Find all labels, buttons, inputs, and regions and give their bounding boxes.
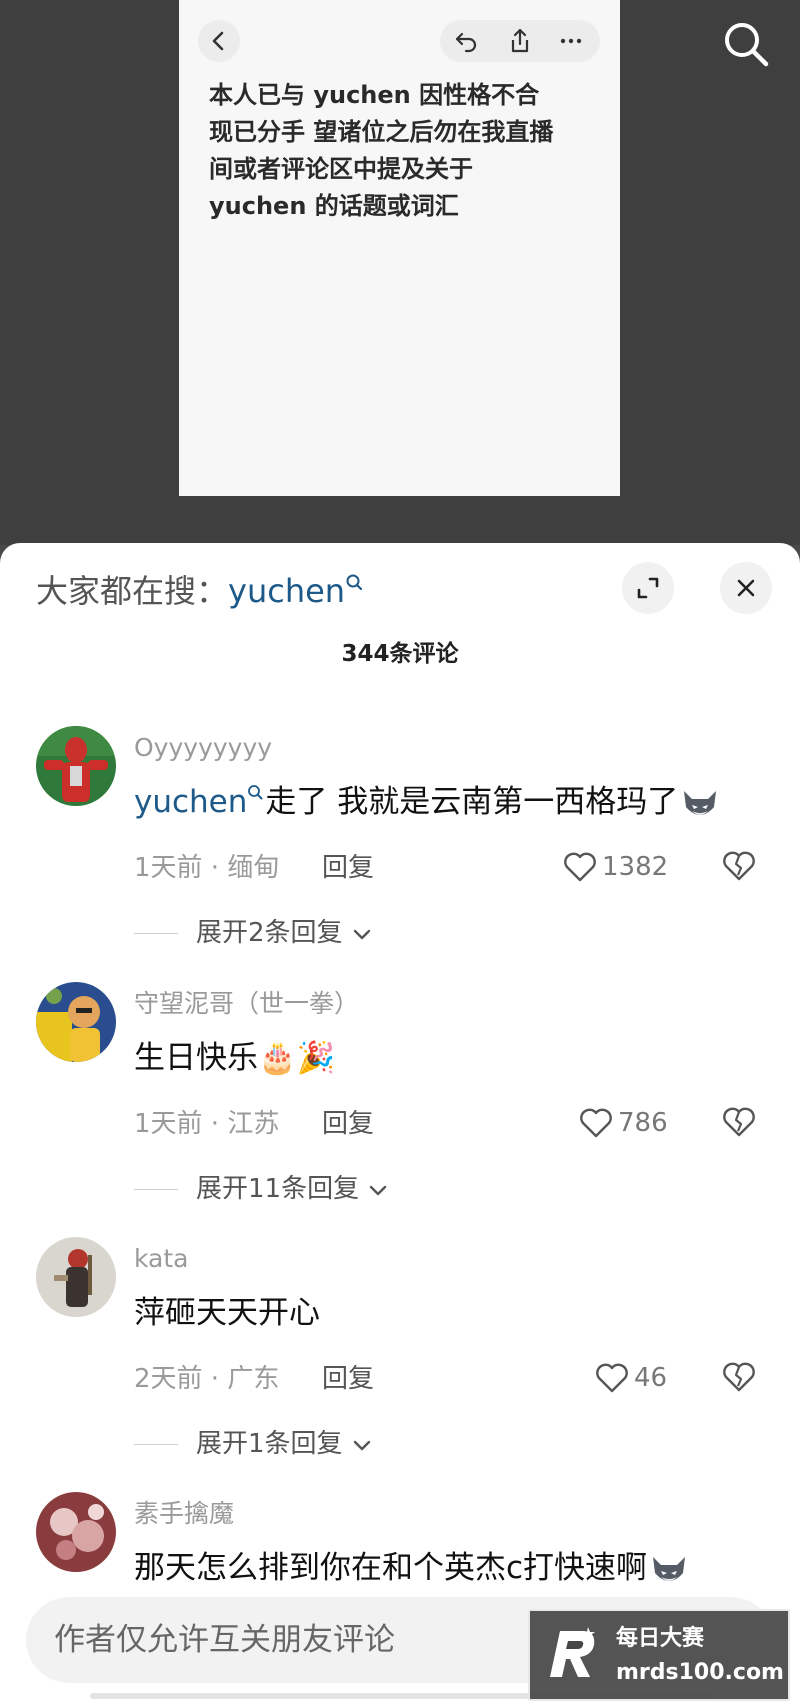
comment-input-placeholder: 作者仅允许互关朋友评论 bbox=[54, 1622, 395, 1658]
back-button[interactable] bbox=[198, 20, 240, 62]
comment-keyword[interactable]: yuchen bbox=[134, 784, 247, 820]
watermark-logo bbox=[550, 1627, 595, 1677]
avatar-image bbox=[36, 726, 116, 806]
comment-item: Oyyyyyyyy yuchen 走了 我就是云南第一西格玛了 1天前 · 缅甸 … bbox=[0, 726, 800, 966]
expand-replies-label: 展开11条回复 bbox=[196, 1174, 360, 1204]
expand-replies-label: 展开2条回复 bbox=[196, 918, 343, 948]
chevron-down-icon bbox=[370, 1185, 387, 1195]
note-image[interactable]: 本人已与 yuchen 因性格不合 现已分手 望诸位之后勿在我直播 间或者评论区… bbox=[179, 0, 620, 496]
wolf-emoji-icon bbox=[684, 790, 717, 815]
chevron-down-icon bbox=[353, 1440, 371, 1450]
share-icon[interactable] bbox=[508, 27, 532, 55]
reply-button[interactable]: 回复 bbox=[322, 1362, 374, 1396]
note-line: yuchen 的话题或词汇 bbox=[209, 192, 459, 220]
note-text: 本人已与 yuchen 因性格不合 现已分手 望诸位之后勿在我直播 间或者评论区… bbox=[209, 77, 609, 225]
comment-text: 萍砸天天开心 bbox=[134, 1295, 320, 1331]
heart-icon bbox=[596, 1363, 628, 1393]
comment-count: 344条评论 bbox=[341, 641, 459, 667]
comment-body: 那天怎么排到你在和个英杰c打快速啊 bbox=[134, 1550, 648, 1586]
comment-meta: 2天前 · 广东 bbox=[134, 1364, 280, 1394]
hot-search[interactable]: 大家都在搜：yuchen bbox=[36, 571, 365, 611]
broken-heart-icon[interactable] bbox=[720, 1358, 758, 1396]
comment-item: 素手擒魔 那天怎么排到你在和个英杰c打快速啊 bbox=[0, 1492, 800, 1592]
like-count: 786 bbox=[618, 1108, 668, 1138]
avatar-image bbox=[36, 1237, 116, 1317]
watermark-url: mrds100.com bbox=[616, 1660, 784, 1685]
note-line: 间或者评论区中提及关于 bbox=[209, 155, 473, 183]
broken-heart-icon[interactable] bbox=[720, 847, 758, 885]
username[interactable]: 守望泥哥（世一拳） bbox=[134, 988, 359, 1020]
username[interactable]: kata bbox=[134, 1243, 188, 1275]
divider bbox=[134, 1189, 178, 1190]
comment-text: yuchen 走了 我就是云南第一西格玛了 bbox=[134, 782, 720, 823]
back-icon bbox=[212, 31, 224, 51]
like-count: 46 bbox=[634, 1363, 668, 1393]
media-area: 本人已与 yuchen 因性格不合 现已分手 望诸位之后勿在我直播 间或者评论区… bbox=[0, 0, 800, 545]
heart-icon bbox=[564, 852, 596, 882]
divider bbox=[134, 1444, 178, 1445]
comment-text: 那天怎么排到你在和个英杰c打快速啊 bbox=[134, 1548, 689, 1589]
watermark-title: 每日大赛 bbox=[616, 1626, 705, 1651]
undo-icon[interactable] bbox=[454, 29, 480, 53]
more-icon[interactable] bbox=[558, 29, 584, 53]
divider bbox=[134, 933, 178, 934]
username[interactable]: Oyyyyyyyy bbox=[134, 732, 272, 764]
search-small-icon bbox=[346, 574, 363, 591]
expand-icon bbox=[637, 577, 659, 599]
like-count: 1382 bbox=[602, 852, 669, 882]
watermark: 每日大赛 mrds100.com bbox=[528, 1609, 790, 1701]
chevron-down-icon bbox=[353, 929, 371, 939]
avatar[interactable] bbox=[36, 982, 116, 1062]
avatar-image bbox=[36, 1492, 116, 1572]
wolf-emoji-icon bbox=[653, 1556, 686, 1581]
note-action-group bbox=[440, 20, 600, 62]
close-button[interactable] bbox=[720, 562, 772, 614]
expand-replies[interactable]: 展开11条回复 bbox=[134, 1172, 389, 1206]
expand-replies[interactable]: 展开1条回复 bbox=[134, 1427, 373, 1461]
heart-icon bbox=[580, 1108, 612, 1138]
comment-meta: 1天前 · 江苏 bbox=[134, 1109, 280, 1139]
username[interactable]: 素手擒魔 bbox=[134, 1498, 234, 1530]
comment-item: kata 萍砸天天开心 2天前 · 广东 回复 46 展开1条回复 bbox=[0, 1237, 800, 1477]
reply-button[interactable]: 回复 bbox=[322, 1107, 374, 1141]
expand-sheet-button[interactable] bbox=[622, 562, 674, 614]
expand-replies-label: 展开1条回复 bbox=[196, 1429, 343, 1459]
comment-text: 生日快乐🎂🎉 bbox=[134, 1040, 336, 1076]
hot-search-label: 大家都在搜： bbox=[36, 572, 229, 610]
comment-body: 走了 我就是云南第一西格玛了 bbox=[265, 784, 679, 820]
close-icon bbox=[737, 579, 755, 597]
broken-heart-icon[interactable] bbox=[720, 1103, 758, 1141]
comment-item: 守望泥哥（世一拳） 生日快乐🎂🎉 1天前 · 江苏 回复 786 展开11条回复 bbox=[0, 982, 800, 1222]
note-line: 本人已与 yuchen 因性格不合 bbox=[209, 81, 540, 109]
note-line: 现已分手 望诸位之后勿在我直播 bbox=[209, 118, 554, 146]
search-icon[interactable] bbox=[720, 18, 772, 70]
avatar[interactable] bbox=[36, 1237, 116, 1317]
avatar-image bbox=[36, 982, 116, 1062]
avatar[interactable] bbox=[36, 726, 116, 806]
note-toolbar bbox=[198, 20, 606, 62]
reply-button[interactable]: 回复 bbox=[322, 851, 374, 885]
expand-replies[interactable]: 展开2条回复 bbox=[134, 916, 373, 950]
search-small-icon bbox=[248, 785, 263, 800]
avatar[interactable] bbox=[36, 1492, 116, 1572]
hot-search-keyword[interactable]: yuchen bbox=[228, 572, 345, 610]
comment-meta: 1天前 · 缅甸 bbox=[134, 853, 280, 883]
